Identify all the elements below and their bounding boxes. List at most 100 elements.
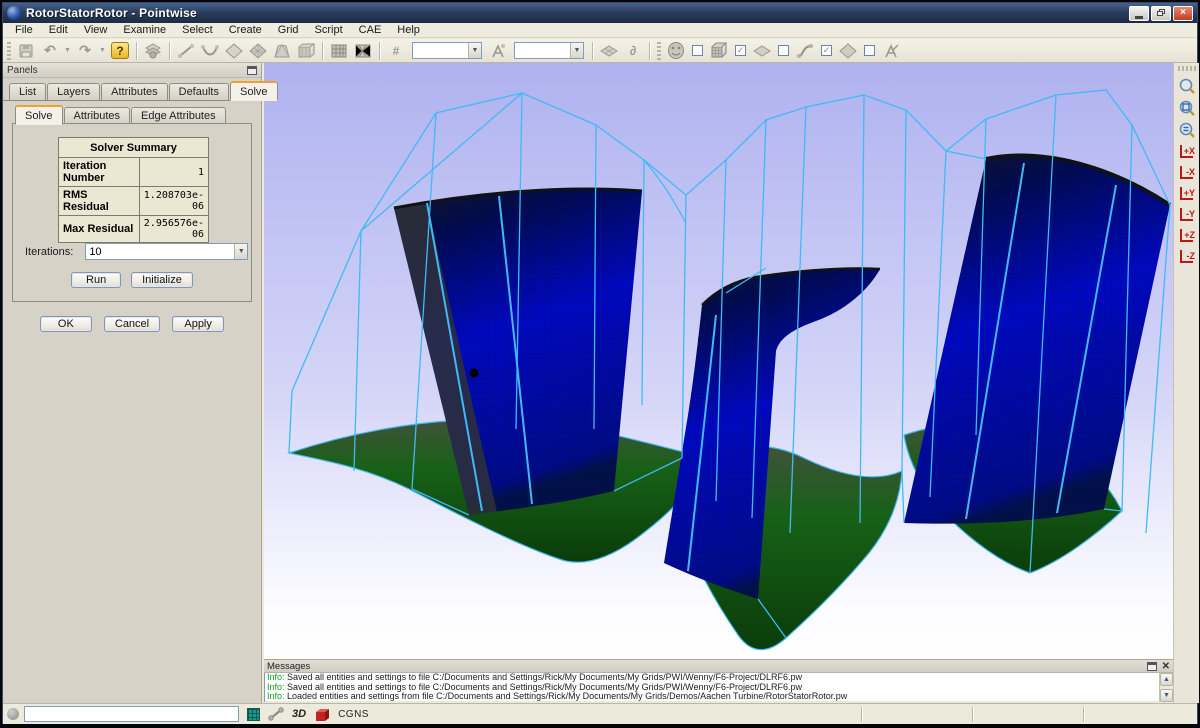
solve-panel-button[interactable] bbox=[598, 41, 620, 61]
iterations-combobox[interactable]: ▼ bbox=[85, 243, 248, 260]
solver-summary-table: Solver Summary Iteration Number 1 RMS Re… bbox=[58, 137, 209, 243]
view-plus-x-button[interactable]: +X bbox=[1176, 141, 1198, 161]
create-block-button[interactable] bbox=[295, 41, 317, 61]
save-button[interactable] bbox=[15, 41, 37, 61]
dimension-combobox[interactable]: ▼ bbox=[412, 42, 482, 59]
tab-solve[interactable]: Solve bbox=[230, 81, 278, 101]
menu-help[interactable]: Help bbox=[389, 23, 428, 37]
view-minus-z-button[interactable]: -Z bbox=[1176, 246, 1198, 266]
subtab-solve[interactable]: Solve bbox=[15, 105, 63, 125]
run-button[interactable]: Run bbox=[71, 272, 121, 288]
spacing-input[interactable] bbox=[515, 43, 570, 58]
view-minus-y-button[interactable]: -Y bbox=[1176, 204, 1198, 224]
spacing-combo-arrow[interactable]: ▼ bbox=[570, 43, 583, 58]
undo-dropdown[interactable]: ▼ bbox=[63, 41, 72, 61]
menu-view[interactable]: View bbox=[76, 23, 116, 37]
dimension-input[interactable] bbox=[413, 43, 468, 58]
create-connector-button[interactable] bbox=[199, 41, 221, 61]
minimize-button[interactable] bbox=[1129, 6, 1149, 21]
unstructured-grid-icon bbox=[354, 43, 372, 59]
extrude-button[interactable] bbox=[271, 41, 293, 61]
iterations-input[interactable] bbox=[86, 244, 234, 259]
window-title: RotorStatorRotor - Pointwise bbox=[26, 6, 1129, 20]
create-2pt-connector-button[interactable] bbox=[175, 41, 197, 61]
diamond-icon bbox=[838, 43, 858, 59]
restore-button[interactable] bbox=[1151, 6, 1171, 21]
create-domain-button[interactable] bbox=[223, 41, 245, 61]
mask-domain-checkbox[interactable] bbox=[778, 45, 789, 56]
undo-button[interactable]: ↶ bbox=[39, 41, 61, 61]
mask-point-button[interactable] bbox=[837, 41, 859, 61]
menu-grid[interactable]: Grid bbox=[270, 23, 307, 37]
messages-scrollbar[interactable]: ▲ ▼ bbox=[1159, 673, 1173, 702]
tab-attributes[interactable]: Attributes bbox=[101, 83, 167, 100]
close-button[interactable]: × bbox=[1173, 6, 1193, 21]
scene-turbine-mesh bbox=[264, 63, 1173, 659]
derivative-button[interactable]: ∂ bbox=[622, 41, 644, 61]
help-button[interactable]: ? bbox=[109, 41, 131, 61]
iterations-combo-arrow[interactable]: ▼ bbox=[234, 244, 247, 259]
layer-assign-button[interactable] bbox=[142, 41, 164, 61]
view-minus-x-button[interactable]: -X bbox=[1176, 162, 1198, 182]
mask-block-button[interactable] bbox=[708, 41, 730, 61]
spacing-button[interactable] bbox=[487, 41, 509, 61]
spacing-arrow-icon bbox=[883, 43, 899, 59]
view-plus-z-button[interactable]: +Z bbox=[1176, 225, 1198, 245]
zoom-reset-button[interactable] bbox=[1176, 119, 1198, 140]
menu-create[interactable]: Create bbox=[221, 23, 270, 37]
mask-database-checkbox[interactable] bbox=[692, 45, 703, 56]
mask-spacing-button[interactable] bbox=[880, 41, 902, 61]
messages-float-icon[interactable] bbox=[1147, 662, 1157, 671]
tab-defaults[interactable]: Defaults bbox=[169, 83, 229, 100]
tab-list[interactable]: List bbox=[9, 83, 46, 100]
menu-select[interactable]: Select bbox=[174, 23, 221, 37]
cancel-button[interactable]: Cancel bbox=[104, 316, 160, 332]
toolbar-handle[interactable] bbox=[657, 42, 661, 60]
subtab-edge-attributes[interactable]: Edge Attributes bbox=[131, 107, 226, 124]
titlebar[interactable]: RotorStatorRotor - Pointwise × bbox=[3, 3, 1197, 23]
toolbar-separator bbox=[649, 42, 650, 60]
menu-script[interactable]: Script bbox=[307, 23, 351, 37]
view-plus-y-button[interactable]: +Y bbox=[1176, 183, 1198, 203]
redo-dropdown[interactable]: ▼ bbox=[98, 41, 107, 61]
zoom-button[interactable] bbox=[1176, 75, 1198, 96]
spacing-combobox[interactable]: ▼ bbox=[514, 42, 584, 59]
menu-file[interactable]: File bbox=[7, 23, 41, 37]
toolbar-handle[interactable] bbox=[7, 42, 11, 60]
tab-layers[interactable]: Layers bbox=[47, 83, 100, 100]
menu-examine[interactable]: Examine bbox=[115, 23, 174, 37]
structured-grid-button[interactable] bbox=[328, 41, 350, 61]
redo-button[interactable]: ↷ bbox=[74, 41, 96, 61]
mask-connector-checkbox[interactable]: ✓ bbox=[821, 45, 832, 56]
initialize-button[interactable]: Initialize bbox=[131, 272, 193, 288]
unstructured-grid-button[interactable] bbox=[352, 41, 374, 61]
point-marker[interactable] bbox=[470, 369, 479, 378]
viewport-3d[interactable] bbox=[264, 63, 1173, 659]
create-meshed-domain-button[interactable] bbox=[247, 41, 269, 61]
menu-cae[interactable]: CAE bbox=[351, 23, 390, 37]
status-entry-field[interactable] bbox=[24, 706, 239, 722]
solver-cube-indicator bbox=[314, 707, 330, 722]
scroll-up-icon[interactable]: ▲ bbox=[1160, 673, 1173, 686]
help-icon: ? bbox=[111, 42, 129, 59]
float-panel-icon[interactable] bbox=[247, 66, 257, 75]
scroll-down-icon[interactable]: ▼ bbox=[1160, 689, 1173, 702]
dimension-button[interactable]: # bbox=[385, 41, 407, 61]
subtab-attributes[interactable]: Attributes bbox=[64, 107, 130, 124]
link-indicator bbox=[268, 707, 284, 721]
status-cell bbox=[1085, 707, 1193, 722]
zoom-extents-button[interactable] bbox=[1176, 97, 1198, 118]
apply-button[interactable]: Apply bbox=[172, 316, 224, 332]
ok-button[interactable]: OK bbox=[40, 316, 92, 332]
mask-database-button[interactable] bbox=[665, 41, 687, 61]
mask-block-checkbox[interactable]: ✓ bbox=[735, 45, 746, 56]
menu-edit[interactable]: Edit bbox=[41, 23, 76, 37]
grid-mode-indicator bbox=[247, 708, 260, 721]
mask-connector-button[interactable] bbox=[794, 41, 816, 61]
mask-domain-button[interactable] bbox=[751, 41, 773, 61]
link-icon bbox=[268, 707, 284, 721]
mask-point-checkbox[interactable] bbox=[864, 45, 875, 56]
dimension-combo-arrow[interactable]: ▼ bbox=[468, 43, 481, 58]
view-toolbar-handle[interactable] bbox=[1178, 66, 1196, 71]
messages-close-icon[interactable]: ✕ bbox=[1162, 661, 1170, 672]
